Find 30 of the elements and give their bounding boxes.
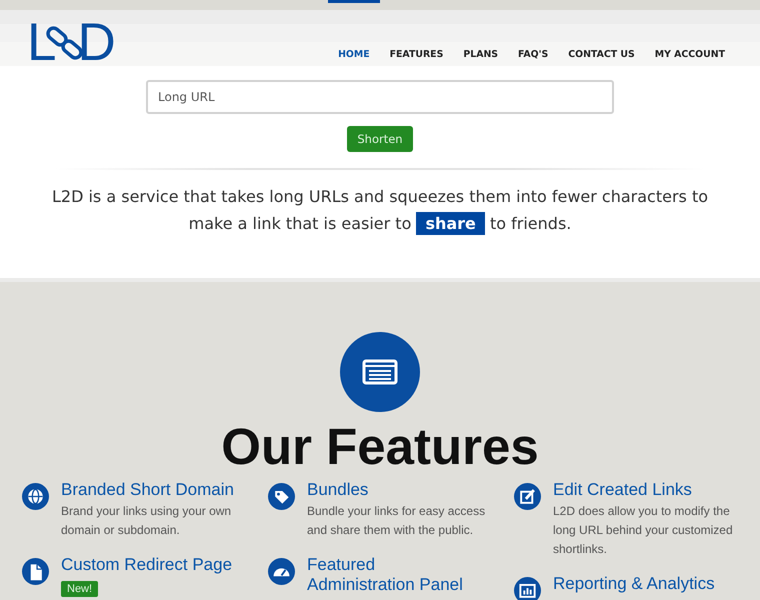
feature-title: Branded Short Domain xyxy=(61,480,234,500)
globe-icon xyxy=(22,483,49,510)
feature-title: Featured Administration Panel xyxy=(307,555,464,595)
intro-text: L2D is a service that takes long URLs and squeezes them into fewer characters to make a link that is easier to share to friends. xyxy=(50,186,710,237)
edit-icon xyxy=(514,483,541,510)
feature-title: Bundles xyxy=(307,480,368,500)
gauge-icon xyxy=(268,558,295,585)
chart-icon xyxy=(514,577,541,600)
feature-description: Brand your links using your own domain or subdomain. xyxy=(61,503,232,539)
feature-title: Reporting & Analytics xyxy=(553,574,715,594)
tag-icon xyxy=(268,483,295,510)
feature-title: Custom Redirect Page xyxy=(61,555,232,575)
new-label: New! xyxy=(61,581,98,597)
nav-link[interactable]: MY ACCOUNT xyxy=(644,49,735,61)
shorten-button[interactable]: Shorten xyxy=(347,126,413,152)
feature-description: L2D does allow you to modify the long URL behind your customized shortlinks. xyxy=(553,503,734,558)
nav-link[interactable]: PLANS xyxy=(453,49,508,61)
url-input-field[interactable]: Long URL xyxy=(146,80,614,114)
feature-title: Edit Created Links xyxy=(553,480,692,500)
logo-letter: L xyxy=(27,20,56,66)
file-icon xyxy=(22,558,49,585)
list-icon xyxy=(340,332,420,412)
feature-description: Bundle your links for easy access and share them with the public. xyxy=(307,503,486,539)
nav-link[interactable]: FAQ'S xyxy=(508,49,558,61)
logo-letter: D xyxy=(77,20,116,66)
section-heading: Our Features xyxy=(221,420,539,474)
nav-link[interactable]: HOME xyxy=(328,49,380,61)
nav-link[interactable]: CONTACT US xyxy=(558,49,645,61)
active-tab-indicator xyxy=(328,0,380,3)
nav-link[interactable]: FEATURES xyxy=(380,49,454,61)
